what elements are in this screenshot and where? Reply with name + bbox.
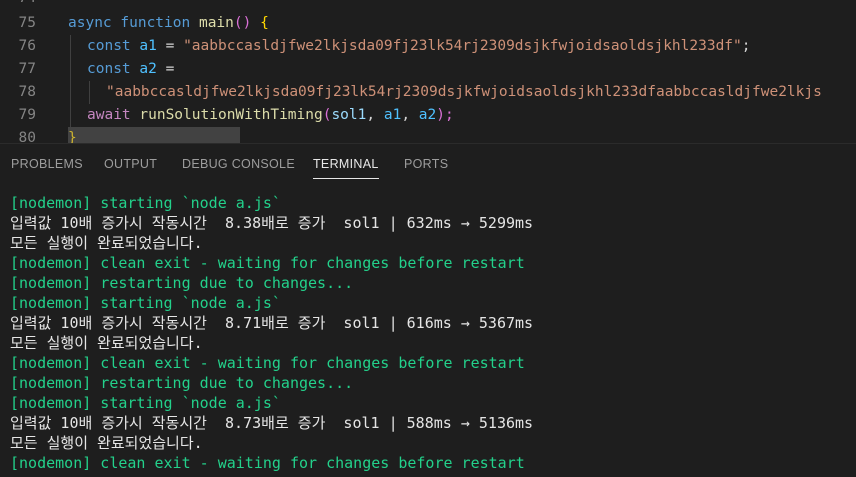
tab-output[interactable]: OUTPUT [104,144,157,184]
terminal-output-line: 입력값 10배 증가시 작동시간 8.73배로 증가 sol1 | 588ms … [10,414,534,432]
terminal-nodemon-line: [nodemon] starting `node a.js` [10,194,281,212]
indent-guide [70,58,71,81]
code-line: 78 "aabbccasldjfwe2lkjsda09fj23lk54rj2309… [0,81,856,104]
code-text: const a1 = "aabbccasldjfwe2lkjsda09fj23l… [87,38,751,54]
terminal-output-line: 입력값 10배 증가시 작동시간 8.38배로 증가 sol1 | 632ms … [10,214,534,232]
code-line: 79 await runSolutionWithTiming(sol1, a1, … [0,104,856,127]
terminal-output-line: 모든 실행이 완료되었습니다. [10,334,203,352]
line-number: 77 [18,61,36,77]
bottom-panel: PROBLEMS OUTPUT DEBUG CONSOLE TERMINAL P… [0,143,856,477]
code-text: "aabbccasldjfwe2lkjsda09fj23lk54rj2309ds… [106,84,822,100]
terminal-nodemon-line: [nodemon] restarting due to changes... [10,274,354,292]
code-text: const a2 = [87,61,175,77]
terminal-nodemon-line: [nodemon] restarting due to changes... [10,374,354,392]
code-text: async function main() { [68,15,269,31]
tab-debug-console[interactable]: DEBUG CONSOLE [182,144,295,184]
code-line: 77 const a2 = [0,58,856,81]
line-number: 79 [18,107,36,123]
terminal-output[interactable]: [nodemon] starting `node a.js` 입력값 10배 증가… [10,193,850,473]
indent-guide [89,81,90,104]
terminal-nodemon-line: [nodemon] clean exit - waiting for chang… [10,454,525,472]
code-editor[interactable]: 74 75 async function main() { 76 const a1 = … [0,0,856,143]
code-text: await runSolutionWithTiming(sol1, a1, a2… [87,107,454,123]
terminal-output-line: 모든 실행이 완료되었습니다. [10,234,203,252]
indent-guide [70,35,71,58]
horizontal-scrollbar[interactable] [68,127,240,143]
line-number: 75 [18,15,36,31]
terminal-nodemon-line: [nodemon] clean exit - waiting for chang… [10,254,525,272]
indent-guide [70,81,71,104]
code-line: 75 async function main() { [0,12,856,35]
tab-problems[interactable]: PROBLEMS [11,144,83,184]
line-number: 74 [0,0,36,10]
tab-terminal[interactable]: TERMINAL [313,144,379,184]
code-line: 74 [0,0,856,10]
terminal-nodemon-line: [nodemon] starting `node a.js` [10,394,281,412]
terminal-output-line: 입력값 10배 증가시 작동시간 8.71배로 증가 sol1 | 616ms … [10,314,534,332]
line-number: 78 [18,84,36,100]
terminal-nodemon-line: [nodemon] starting `node a.js` [10,294,281,312]
line-number: 76 [18,38,36,54]
terminal-output-line: 모든 실행이 완료되었습니다. [10,434,203,452]
terminal-nodemon-line: [nodemon] clean exit - waiting for chang… [10,354,525,372]
tab-ports[interactable]: PORTS [404,144,448,184]
panel-tabs: PROBLEMS OUTPUT DEBUG CONSOLE TERMINAL P… [0,144,856,184]
indent-guide [70,104,71,127]
code-line: 76 const a1 = "aabbccasldjfwe2lkjsda09fj2… [0,35,856,58]
line-number: 80 [18,130,36,143]
